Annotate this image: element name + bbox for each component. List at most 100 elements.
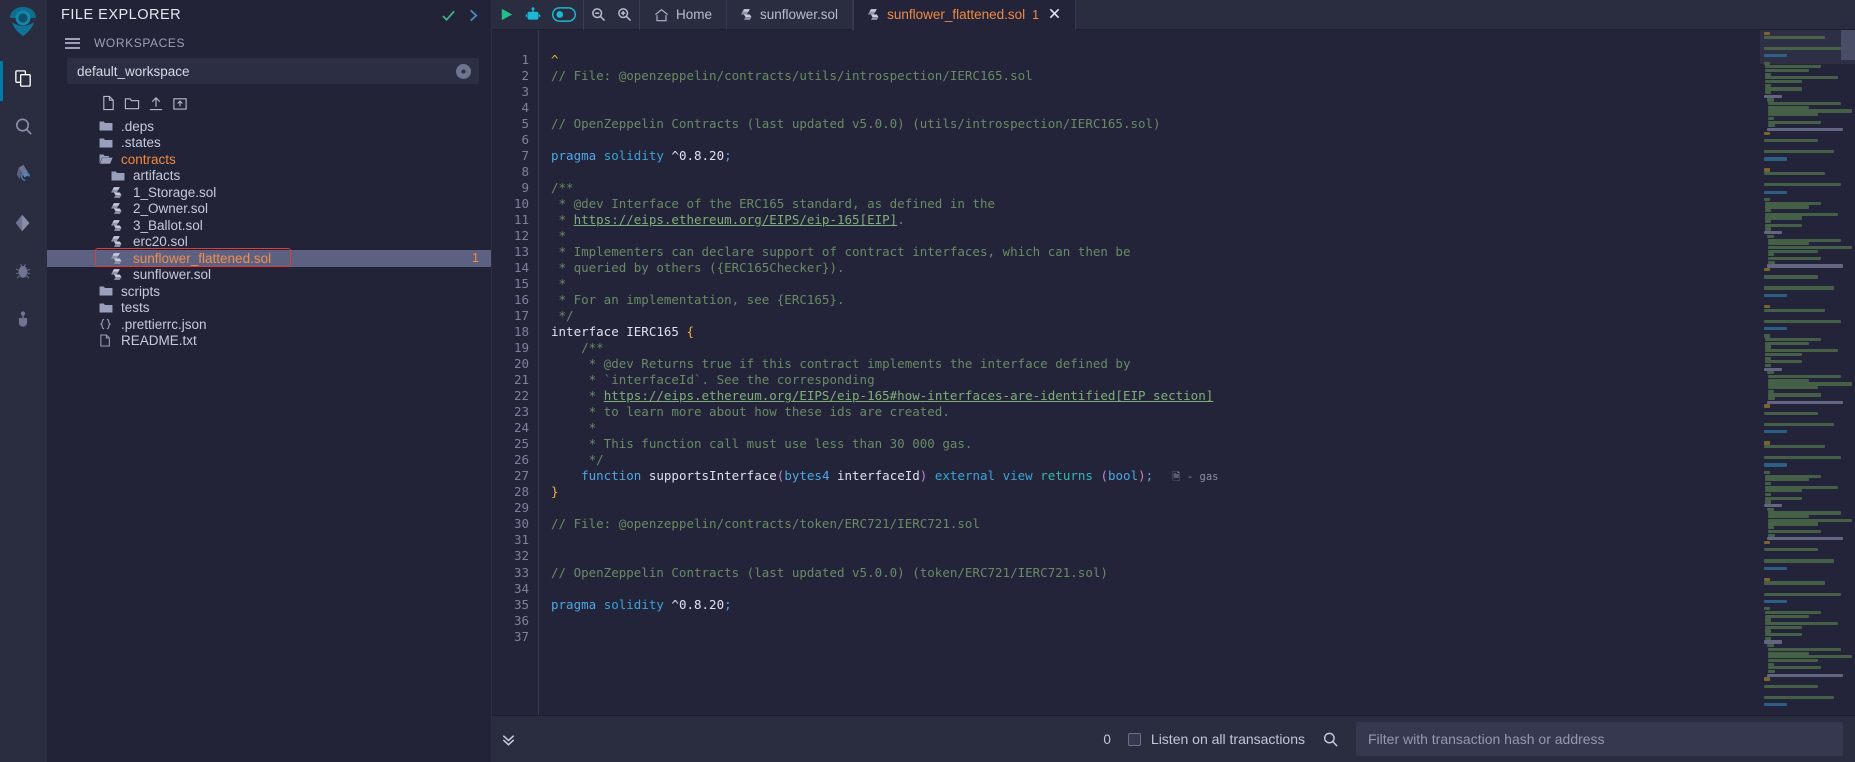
sidebar-item-file-explorer[interactable]: [0, 57, 47, 105]
code-line[interactable]: [551, 100, 1760, 116]
code-line[interactable]: * @dev Interface of the ERC165 standard,…: [551, 196, 1760, 212]
tab-sunflower-flattened-sol[interactable]: sunflower_flattened.sol 1: [853, 0, 1077, 30]
code-line[interactable]: // OpenZeppelin Contracts (last updated …: [551, 116, 1760, 132]
code-line[interactable]: [551, 629, 1760, 645]
tree-file-3-ballot-sol[interactable]: 3_Ballot.sol: [47, 217, 491, 234]
code-line[interactable]: // File: @openzeppelin/contracts/token/E…: [551, 516, 1760, 532]
code-token: view: [1002, 468, 1033, 484]
code-link[interactable]: https://eips.ethereum.org/EIPS/eip-165[E…: [574, 212, 898, 227]
zoom-out-icon[interactable]: [591, 7, 606, 22]
line-number: 21: [513, 372, 529, 388]
code-line[interactable]: */: [551, 452, 1760, 468]
hamburger-icon[interactable]: [65, 37, 80, 49]
tree-file-readme-txt[interactable]: README.txt: [47, 333, 491, 350]
tab-sunflower-sol[interactable]: sunflower.sol: [727, 0, 854, 30]
new-file-icon[interactable]: [99, 94, 117, 112]
tree-file-sunflower-sol[interactable]: sunflower.sol: [47, 267, 491, 284]
code-line[interactable]: *: [551, 420, 1760, 436]
code-line[interactable]: * @dev Returns true if this contract imp…: [551, 356, 1760, 372]
workspaces-row[interactable]: WORKSPACES: [47, 30, 491, 56]
tree-folder-states[interactable]: .states: [47, 135, 491, 152]
vertical-scrollbar[interactable]: [1841, 30, 1855, 715]
code-line[interactable]: * This function call must use less than …: [551, 436, 1760, 452]
code-line[interactable]: * https://eips.ethereum.org/EIPS/eip-165…: [551, 388, 1760, 404]
code-token: // OpenZeppelin Contracts (last updated …: [551, 564, 1108, 580]
remix-logo-icon[interactable]: [3, 3, 43, 43]
code-line[interactable]: * https://eips.ethereum.org/EIPS/eip-165…: [551, 212, 1760, 228]
code-line[interactable]: * `interfaceId`. See the corresponding: [551, 372, 1760, 388]
sidebar-item-deploy-run[interactable]: [0, 201, 47, 249]
code-line[interactable]: * to learn more about how these ids are …: [551, 404, 1760, 420]
tab-home[interactable]: Home: [640, 0, 728, 30]
scrollbar-thumb[interactable]: [1841, 30, 1855, 60]
check-icon[interactable]: [441, 8, 456, 23]
code-link[interactable]: https://eips.ethereum.org/EIPS/eip-165#h…: [604, 388, 1214, 403]
code-line[interactable]: *: [551, 228, 1760, 244]
minimap-line: [1764, 478, 1810, 482]
minimap-line: [1764, 599, 1787, 604]
bug-icon: [13, 261, 33, 286]
tree-file-sunflower-flattened-sol[interactable]: sunflower_flattened.sol 1: [47, 248, 491, 267]
tree-folder-contracts[interactable]: contracts: [47, 151, 491, 168]
code-line[interactable]: [551, 581, 1760, 597]
code-line[interactable]: [551, 164, 1760, 180]
robot-icon[interactable]: [525, 6, 541, 23]
sidebar-item-plugin-manager[interactable]: [0, 297, 47, 345]
code-line[interactable]: [551, 84, 1760, 100]
code-line[interactable]: function supportsInterface (bytes4 interf…: [551, 468, 1760, 484]
code-editor[interactable]: 1 2 3 4 5 6 7 8 9 10 11 12 13 14 15 16 17 18 19 20 21 22 23 24 2…: [492, 30, 1760, 715]
code-line[interactable]: * Implementers can declare support of co…: [551, 244, 1760, 260]
minimap-line: [1764, 138, 1819, 143]
close-icon[interactable]: [1048, 7, 1061, 23]
tree-folder-deps[interactable]: .deps: [47, 118, 491, 135]
code-token: // File: @openzeppelin/contracts/token/E…: [551, 516, 980, 532]
tree-folder-tests[interactable]: tests: [47, 300, 491, 317]
search-icon[interactable]: [1322, 731, 1339, 748]
line-number: 15: [513, 276, 529, 292]
zoom-in-icon[interactable]: [617, 7, 632, 22]
code-line[interactable]: pragma solidity ^0.8.20;: [551, 148, 1760, 164]
chevron-double-down-icon[interactable]: [500, 731, 517, 748]
transaction-filter-input[interactable]: [1368, 731, 1831, 747]
chevron-right-icon[interactable]: [466, 8, 481, 23]
sidebar-item-solidity-compiler[interactable]: [0, 153, 47, 201]
sidebar-item-debugger[interactable]: [0, 249, 47, 297]
play-icon[interactable]: [499, 7, 514, 22]
code-line[interactable]: pragma solidity ^0.8.20;: [551, 597, 1760, 613]
code-line[interactable]: * queried by others ({ERC165Checker}).: [551, 260, 1760, 276]
sidebar-item-search[interactable]: [0, 105, 47, 153]
tree-file-prettierrc-json[interactable]: .prettierrc.json: [47, 316, 491, 333]
tree-file-2-owner-sol[interactable]: 2_Owner.sol: [47, 201, 491, 218]
code-line[interactable]: /**: [551, 180, 1760, 196]
code-line[interactable]: */: [551, 308, 1760, 324]
code-line[interactable]: ^: [551, 52, 1760, 68]
code-line[interactable]: // OpenZeppelin Contracts (last updated …: [551, 565, 1760, 581]
tree-folder-scripts[interactable]: scripts: [47, 283, 491, 300]
code-line[interactable]: /**: [551, 340, 1760, 356]
code-line[interactable]: // File: @openzeppelin/contracts/utils/i…: [551, 68, 1760, 84]
listen-on-all-transactions[interactable]: Listen on all transactions: [1127, 731, 1305, 747]
tree-folder-artifacts[interactable]: artifacts: [47, 168, 491, 185]
workspace-select[interactable]: default_workspace: [67, 58, 479, 84]
code-line[interactable]: interface IERC165 {: [551, 324, 1760, 340]
code-line[interactable]: }: [551, 484, 1760, 500]
upload-folder-icon[interactable]: [171, 94, 189, 112]
code-line[interactable]: * For an implementation, see {ERC165}.: [551, 292, 1760, 308]
code-content[interactable]: ^// File: @openzeppelin/contracts/utils/…: [538, 30, 1760, 715]
tree-file-1-storage-sol[interactable]: 1_Storage.sol: [47, 184, 491, 201]
tree-file-erc20-sol[interactable]: erc20.sol: [47, 234, 491, 251]
code-line[interactable]: [551, 548, 1760, 564]
code-token: *: [551, 228, 567, 244]
new-folder-icon[interactable]: [123, 94, 141, 112]
upload-icon[interactable]: [147, 94, 165, 112]
code-line[interactable]: [551, 500, 1760, 516]
code-line[interactable]: [551, 532, 1760, 548]
toggle-on-icon[interactable]: [552, 7, 576, 22]
gear-icon[interactable]: [456, 63, 471, 79]
listen-checkbox[interactable]: [1127, 732, 1141, 746]
transaction-filter-field[interactable]: [1356, 722, 1843, 756]
code-line[interactable]: [551, 613, 1760, 629]
code-line[interactable]: *: [551, 276, 1760, 292]
terminal-toggle[interactable]: [492, 731, 937, 748]
code-line[interactable]: [551, 132, 1760, 148]
